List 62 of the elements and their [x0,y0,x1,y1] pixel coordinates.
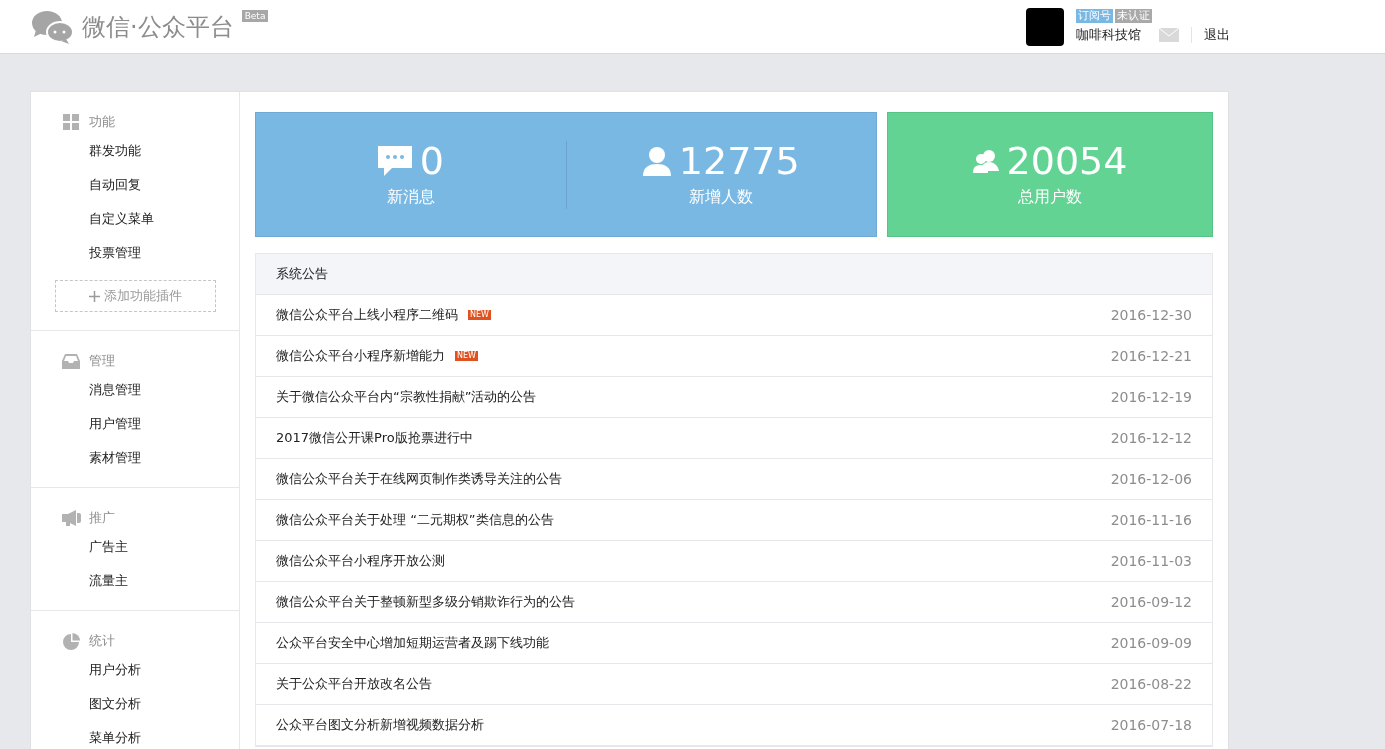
notice-link[interactable]: 微信公众平台小程序开放公测 [276,551,445,571]
sidebar-item[interactable]: 素材管理 [31,441,239,475]
sidebar-item[interactable]: 图文分析 [31,687,239,721]
notice-date: 2016-11-16 [1110,510,1192,530]
users-icon [972,148,999,173]
sidebar-item[interactable]: 投票管理 [31,236,239,270]
notice-link[interactable]: 微信公众平台关于在线网页制作类诱导关注的公告 [276,469,562,489]
notice-date: 2016-11-03 [1110,551,1192,571]
sidebar-item[interactable]: 自动回复 [31,168,239,202]
notice-panel-header: 系统公告 [256,254,1212,295]
notice-date: 2016-07-18 [1110,715,1192,735]
stat-value: 20054 [1006,140,1128,181]
sidebar-section-title: 统计 [89,632,115,651]
notice-date: 2016-09-09 [1110,633,1192,653]
stat-value: 0 [419,140,444,181]
inbox-icon [62,353,80,369]
logout-link[interactable]: 退出 [1204,24,1230,45]
megaphone-icon [61,510,81,526]
sidebar-item[interactable]: 消息管理 [31,373,239,407]
new-badge: NEW [468,310,491,320]
notice-date: 2016-12-19 [1110,387,1192,407]
new-badge: NEW [455,351,478,361]
user-icon [642,145,671,176]
sidebar-item[interactable]: 流量主 [31,564,239,598]
notice-link[interactable]: 微信公众平台关于处理 “二元期权”类信息的公告 [276,510,554,530]
sidebar-item[interactable]: 用户分析 [31,653,239,687]
sidebar-section-title: 功能 [89,113,115,132]
chat-bubbles-logo-icon [32,9,74,44]
notice-link[interactable]: 2017微信公开课Pro版抢票进行中 [276,428,473,448]
notice-link[interactable]: 微信公众平台小程序新增能力 [276,346,445,366]
sidebar-item[interactable]: 广告主 [31,530,239,564]
notice-link[interactable]: 微信公众平台关于整顿新型多级分销欺诈行为的公告 [276,592,575,612]
pie-chart-icon [62,632,80,650]
chat-bubble-icon [377,145,412,176]
stat-label: 新增人数 [689,185,754,208]
notice-link[interactable]: 关于公众平台开放改名公告 [276,674,432,694]
notice-date: 2016-12-21 [1110,346,1192,366]
notice-link[interactable]: 微信公众平台上线小程序二维码 [276,305,458,325]
notice-date: 2016-12-12 [1110,428,1192,448]
sidebar-section-title: 推广 [89,509,115,528]
stat-label: 总用户数 [1018,185,1082,208]
verification-tag: 未认证 [1115,8,1152,23]
grid-icon [63,114,79,130]
stat-label: 新消息 [386,185,435,208]
avatar[interactable] [1026,7,1064,46]
plus-icon [89,290,100,302]
sidebar-item[interactable]: 菜单分析 [31,721,239,749]
notice-link[interactable]: 关于微信公众平台内“宗教性捐献”活动的公告 [276,387,537,407]
notice-date: 2016-12-30 [1110,305,1192,325]
sidebar-item[interactable]: 群发功能 [31,134,239,168]
account-type-tag: 订阅号 [1076,8,1113,23]
sidebar-section-title: 管理 [89,352,115,371]
stat-value: 12775 [678,140,800,181]
sidebar-item[interactable]: 用户管理 [31,407,239,441]
notice-link[interactable]: 公众平台安全中心增加短期运营者及踢下线功能 [276,633,549,653]
notice-date: 2016-12-06 [1110,469,1192,489]
notice-link[interactable]: 公众平台图文分析新增视频数据分析 [276,715,484,735]
notice-date: 2016-09-12 [1110,592,1192,612]
notice-date: 2016-08-22 [1110,674,1192,694]
sidebar-item[interactable]: 自定义菜单 [31,202,239,236]
account-name[interactable]: 咖啡科技馆 [1076,24,1141,45]
beta-tag: Beta [241,9,269,22]
